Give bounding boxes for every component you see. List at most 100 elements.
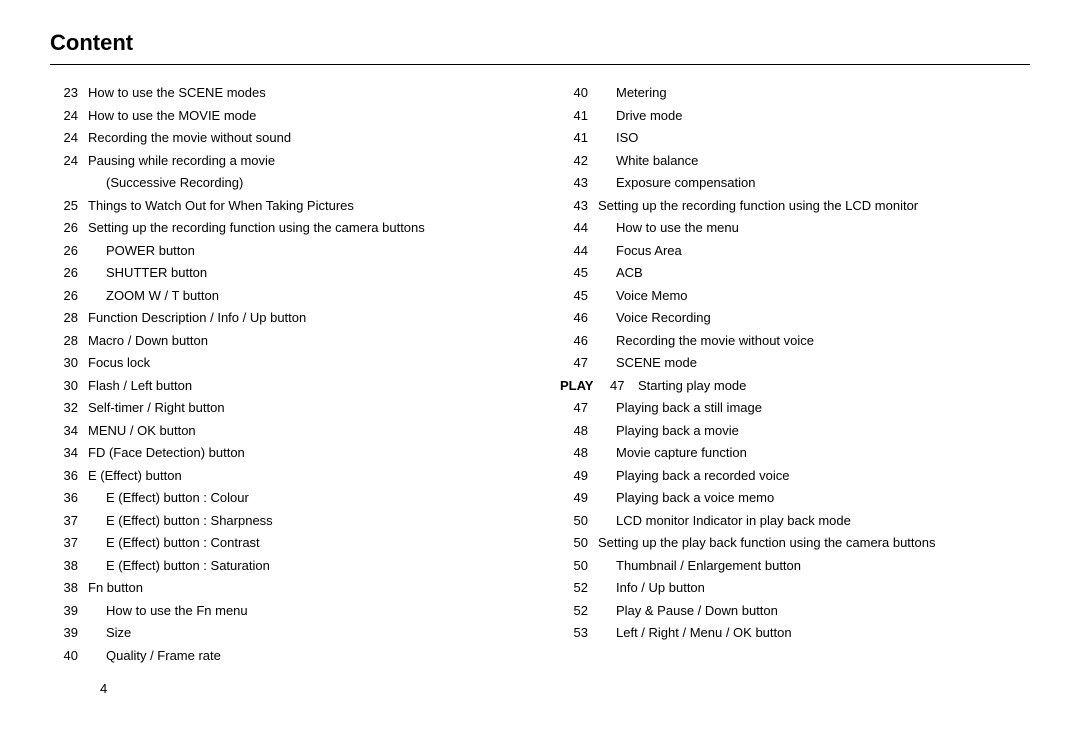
toc-text: How to use the menu	[598, 218, 1030, 238]
toc-text: Exposure compensation	[598, 173, 1030, 193]
toc-text: POWER button	[88, 241, 520, 261]
toc-text: Focus lock	[88, 353, 520, 373]
toc-number: 44	[560, 218, 598, 238]
toc-number: 24	[50, 128, 88, 148]
toc-number: 44	[560, 241, 598, 261]
toc-number: 49	[560, 466, 598, 486]
toc-text: White balance	[598, 151, 1030, 171]
toc-text: Thumbnail / Enlargement button	[598, 556, 1030, 576]
list-item: 43Exposure compensation	[560, 173, 1030, 193]
toc-number: 26	[50, 286, 88, 306]
toc-text: Setting up the recording function using …	[88, 218, 520, 238]
list-item: 42White balance	[560, 151, 1030, 171]
toc-text: How to use the MOVIE mode	[88, 106, 520, 126]
toc-number: 43	[560, 196, 598, 216]
toc-text: How to use the SCENE modes	[88, 83, 520, 103]
list-item: 50LCD monitor Indicator in play back mod…	[560, 511, 1030, 531]
toc-text: Recording the movie without voice	[598, 331, 1030, 351]
list-item: 38Fn button	[50, 578, 520, 598]
toc-number: 46	[560, 331, 598, 351]
toc-number: 26	[50, 241, 88, 261]
toc-text: E (Effect) button : Sharpness	[88, 511, 520, 531]
list-item: 26SHUTTER button	[50, 263, 520, 283]
list-item: 24Recording the movie without sound	[50, 128, 520, 148]
toc-number: 24	[50, 106, 88, 126]
toc-number: 41	[560, 128, 598, 148]
toc-text: Left / Right / Menu / OK button	[598, 623, 1030, 643]
list-item: 44How to use the menu	[560, 218, 1030, 238]
list-item: 50Thumbnail / Enlargement button	[560, 556, 1030, 576]
list-item: (Successive Recording)	[50, 173, 520, 193]
toc-number: 24	[50, 151, 88, 171]
toc-text: Playing back a voice memo	[598, 488, 1030, 508]
toc-number: 50	[560, 533, 598, 553]
toc-text: Play & Pause / Down button	[598, 601, 1030, 621]
toc-number: 40	[560, 83, 598, 103]
toc-number: 30	[50, 353, 88, 373]
toc-number: 50	[560, 511, 598, 531]
toc-text: How to use the Fn menu	[88, 601, 520, 621]
toc-text: Size	[88, 623, 520, 643]
toc-text: Macro / Down button	[88, 331, 520, 351]
toc-text: Setting up the recording function using …	[598, 196, 1030, 216]
toc-number: 47	[610, 376, 638, 396]
list-item: 38E (Effect) button : Saturation	[50, 556, 520, 576]
toc-text: Recording the movie without sound	[88, 128, 520, 148]
toc-text: LCD monitor Indicator in play back mode	[598, 511, 1030, 531]
toc-number: 48	[560, 421, 598, 441]
right-column: 40Metering41Drive mode41ISO42White balan…	[560, 83, 1030, 668]
toc-text: E (Effect) button : Contrast	[88, 533, 520, 553]
toc-text: E (Effect) button : Colour	[88, 488, 520, 508]
toc-text: Quality / Frame rate	[88, 646, 520, 666]
toc-text: SCENE mode	[598, 353, 1030, 373]
list-item: 52Play & Pause / Down button	[560, 601, 1030, 621]
toc-text: Self-timer / Right button	[88, 398, 520, 418]
toc-text: Movie capture function	[598, 443, 1030, 463]
toc-number: 37	[50, 511, 88, 531]
list-item: 41ISO	[560, 128, 1030, 148]
list-item: 30Focus lock	[50, 353, 520, 373]
list-item: 36E (Effect) button	[50, 466, 520, 486]
toc-number: 26	[50, 263, 88, 283]
list-item: 23How to use the SCENE modes	[50, 83, 520, 103]
toc-number: 42	[560, 151, 598, 171]
toc-text: Fn button	[88, 578, 520, 598]
toc-number: 45	[560, 286, 598, 306]
toc-text: MENU / OK button	[88, 421, 520, 441]
list-item: 46Voice Recording	[560, 308, 1030, 328]
toc-text: (Successive Recording)	[88, 173, 520, 193]
toc-number: 47	[560, 398, 598, 418]
list-item: 46Recording the movie without voice	[560, 331, 1030, 351]
list-item: 45ACB	[560, 263, 1030, 283]
list-item: 41Drive mode	[560, 106, 1030, 126]
toc-text: Focus Area	[598, 241, 1030, 261]
list-item: 47Playing back a still image	[560, 398, 1030, 418]
list-item: 47SCENE mode	[560, 353, 1030, 373]
list-item: 40Quality / Frame rate	[50, 646, 520, 666]
toc-number: 53	[560, 623, 598, 643]
toc-number: 39	[50, 623, 88, 643]
toc-number: 52	[560, 578, 598, 598]
play-section-label: PLAY	[560, 376, 610, 396]
toc-number: 47	[560, 353, 598, 373]
toc-number: 52	[560, 601, 598, 621]
toc-text: Info / Up button	[598, 578, 1030, 598]
toc-text: Starting play mode	[638, 376, 1030, 396]
toc-text: Setting up the play back function using …	[598, 533, 1030, 553]
toc-number: 43	[560, 173, 598, 193]
list-item: 50Setting up the play back function usin…	[560, 533, 1030, 553]
toc-text: ACB	[598, 263, 1030, 283]
list-item: 26ZOOM W / T button	[50, 286, 520, 306]
list-item: 39How to use the Fn menu	[50, 601, 520, 621]
toc-number: 41	[560, 106, 598, 126]
toc-text: E (Effect) button : Saturation	[88, 556, 520, 576]
toc-number: 48	[560, 443, 598, 463]
toc-number: 37	[50, 533, 88, 553]
toc-number: 45	[560, 263, 598, 283]
toc-number: 26	[50, 218, 88, 238]
toc-number	[50, 173, 88, 193]
page-title: Content	[50, 30, 1030, 56]
toc-number: 34	[50, 421, 88, 441]
left-column: 23How to use the SCENE modes24How to use…	[50, 83, 520, 668]
toc-number: 34	[50, 443, 88, 463]
